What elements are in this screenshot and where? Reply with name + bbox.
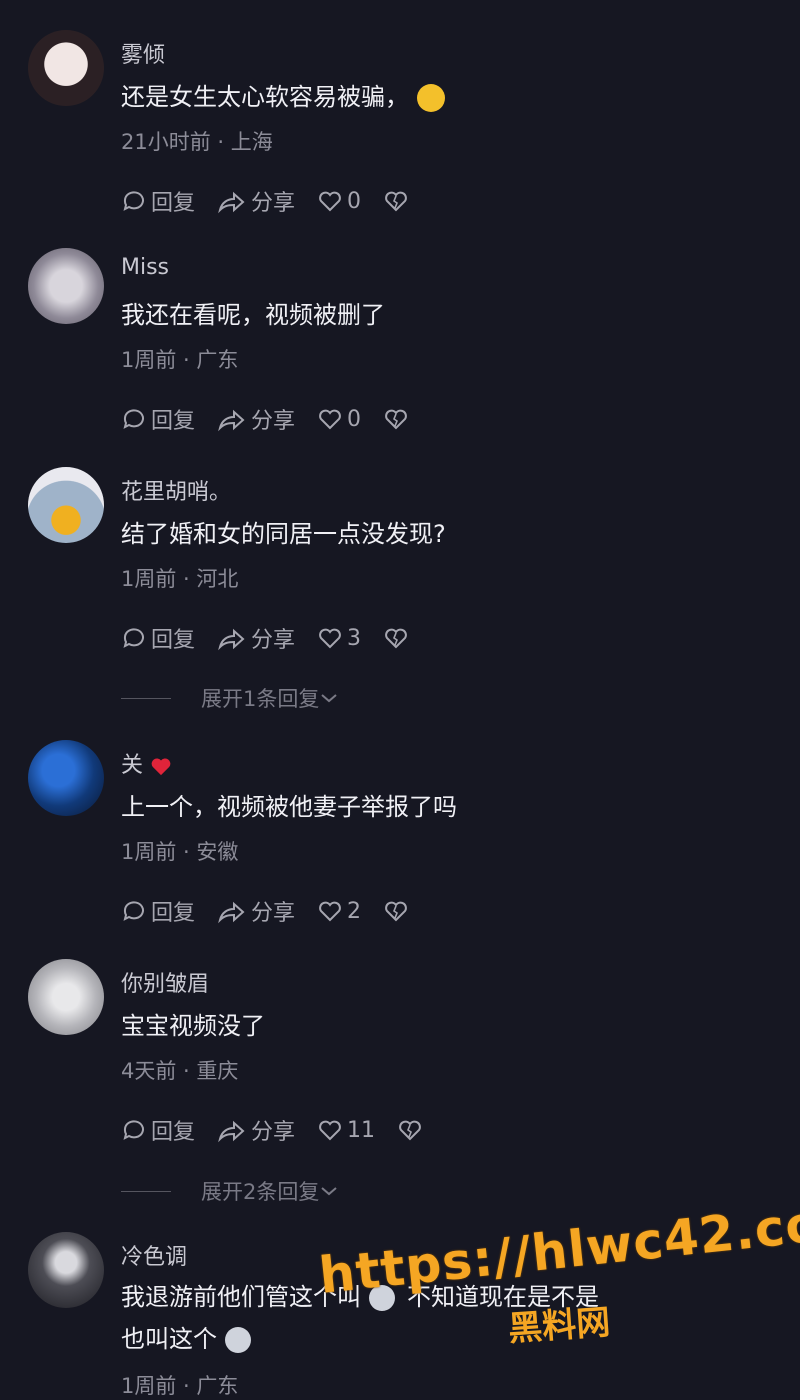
share-icon [218, 409, 245, 432]
divider-line [121, 1190, 171, 1192]
username[interactable]: Miss [121, 255, 169, 280]
sad-face-emoji-icon [417, 84, 445, 112]
comment-actions: 回复 分享 3 [121, 622, 435, 654]
share-button[interactable]: 分享 [217, 185, 295, 217]
share-icon [218, 628, 245, 651]
heart-icon [319, 628, 341, 649]
broken-heart-icon [385, 191, 407, 212]
reply-button[interactable]: 回复 [121, 1114, 195, 1146]
comment-actions: 回复 分享 2 [121, 895, 435, 927]
heart-icon [319, 901, 341, 922]
share-button[interactable]: 分享 [217, 403, 295, 435]
like-button[interactable]: 11 [317, 1118, 375, 1143]
dislike-button[interactable] [383, 626, 413, 650]
comment-text: 我还在看呢，视频被删了 [121, 301, 385, 329]
like-button[interactable]: 2 [317, 899, 361, 924]
share-button[interactable]: 分享 [217, 622, 295, 654]
reply-button[interactable]: 回复 [121, 403, 195, 435]
username[interactable]: 花里胡哨。 [121, 474, 231, 506]
expand-replies-button[interactable]: 展开1条回复 [121, 683, 339, 713]
expand-replies-button[interactable]: 展开2条回复 [121, 1176, 339, 1206]
comment-meta: 1周前 · 安徽 [121, 840, 239, 864]
heart-icon [319, 409, 341, 430]
like-count: 3 [347, 625, 362, 651]
share-button[interactable]: 分享 [217, 1114, 295, 1146]
comment-text: 上一个，视频被他妻子举报了吗 [121, 793, 457, 821]
cat-emoji-icon [225, 1327, 251, 1353]
avatar[interactable] [28, 1232, 104, 1308]
avatar[interactable] [28, 248, 104, 324]
comment-actions: 回复 分享 11 [121, 1114, 449, 1146]
comment-meta: 1周前 · 广东 [121, 1374, 239, 1398]
comment-text: 结了婚和女的同居一点没发现? [121, 520, 446, 548]
reply-icon [123, 1120, 144, 1140]
comment-actions: 回复 分享 0 [121, 403, 435, 435]
watermark-label: 黑料网 [506, 1302, 612, 1350]
comment-text-line2: 也叫这个 [121, 1320, 251, 1358]
red-heart-icon [151, 758, 171, 776]
avatar[interactable] [28, 959, 104, 1035]
reply-button[interactable]: 回复 [121, 185, 195, 217]
reply-icon [123, 628, 144, 648]
like-count: 0 [347, 188, 362, 214]
like-count: 2 [347, 898, 362, 924]
broken-heart-icon [385, 409, 407, 430]
share-icon [218, 1120, 245, 1143]
heart-icon [319, 1120, 341, 1141]
chevron-down-icon [321, 1187, 338, 1196]
like-count: 0 [347, 406, 362, 432]
like-button[interactable]: 0 [317, 189, 361, 214]
reply-icon [123, 409, 144, 429]
username[interactable]: 雾倾 [121, 37, 165, 69]
comment-meta: 1周前 · 广东 [121, 348, 239, 372]
comment-text: 宝宝视频没了 [121, 1012, 265, 1040]
comment-actions: 回复 分享 0 [121, 185, 435, 217]
dislike-button[interactable] [383, 899, 413, 923]
reply-icon [123, 191, 144, 211]
heart-icon [319, 191, 341, 212]
dislike-button[interactable] [383, 407, 413, 431]
username[interactable]: 冷色调 [121, 1239, 187, 1271]
like-button[interactable]: 3 [317, 626, 361, 651]
avatar[interactable] [28, 740, 104, 816]
share-icon [218, 901, 245, 924]
username[interactable]: 你别皱眉 [121, 966, 209, 998]
divider-line [121, 697, 171, 699]
like-count: 11 [347, 1117, 376, 1143]
comment-meta: 1周前 · 河北 [121, 567, 239, 591]
avatar[interactable] [28, 30, 104, 106]
reply-icon [123, 901, 144, 921]
avatar[interactable] [28, 467, 104, 543]
share-button[interactable]: 分享 [217, 895, 295, 927]
reply-button[interactable]: 回复 [121, 895, 195, 927]
broken-heart-icon [385, 901, 407, 922]
username[interactable]: 关 [121, 747, 173, 779]
dislike-button[interactable] [383, 189, 413, 213]
dislike-button[interactable] [397, 1118, 427, 1142]
like-button[interactable]: 0 [317, 407, 361, 432]
comment-meta: 21小时前 · 上海 [121, 130, 273, 154]
comment-meta: 4天前 · 重庆 [121, 1059, 239, 1083]
broken-heart-icon [385, 628, 407, 649]
comment-text: 还是女生太心软容易被骗， [121, 78, 445, 116]
broken-heart-icon [399, 1120, 421, 1141]
chevron-down-icon [321, 694, 338, 703]
reply-button[interactable]: 回复 [121, 622, 195, 654]
share-icon [218, 191, 245, 214]
